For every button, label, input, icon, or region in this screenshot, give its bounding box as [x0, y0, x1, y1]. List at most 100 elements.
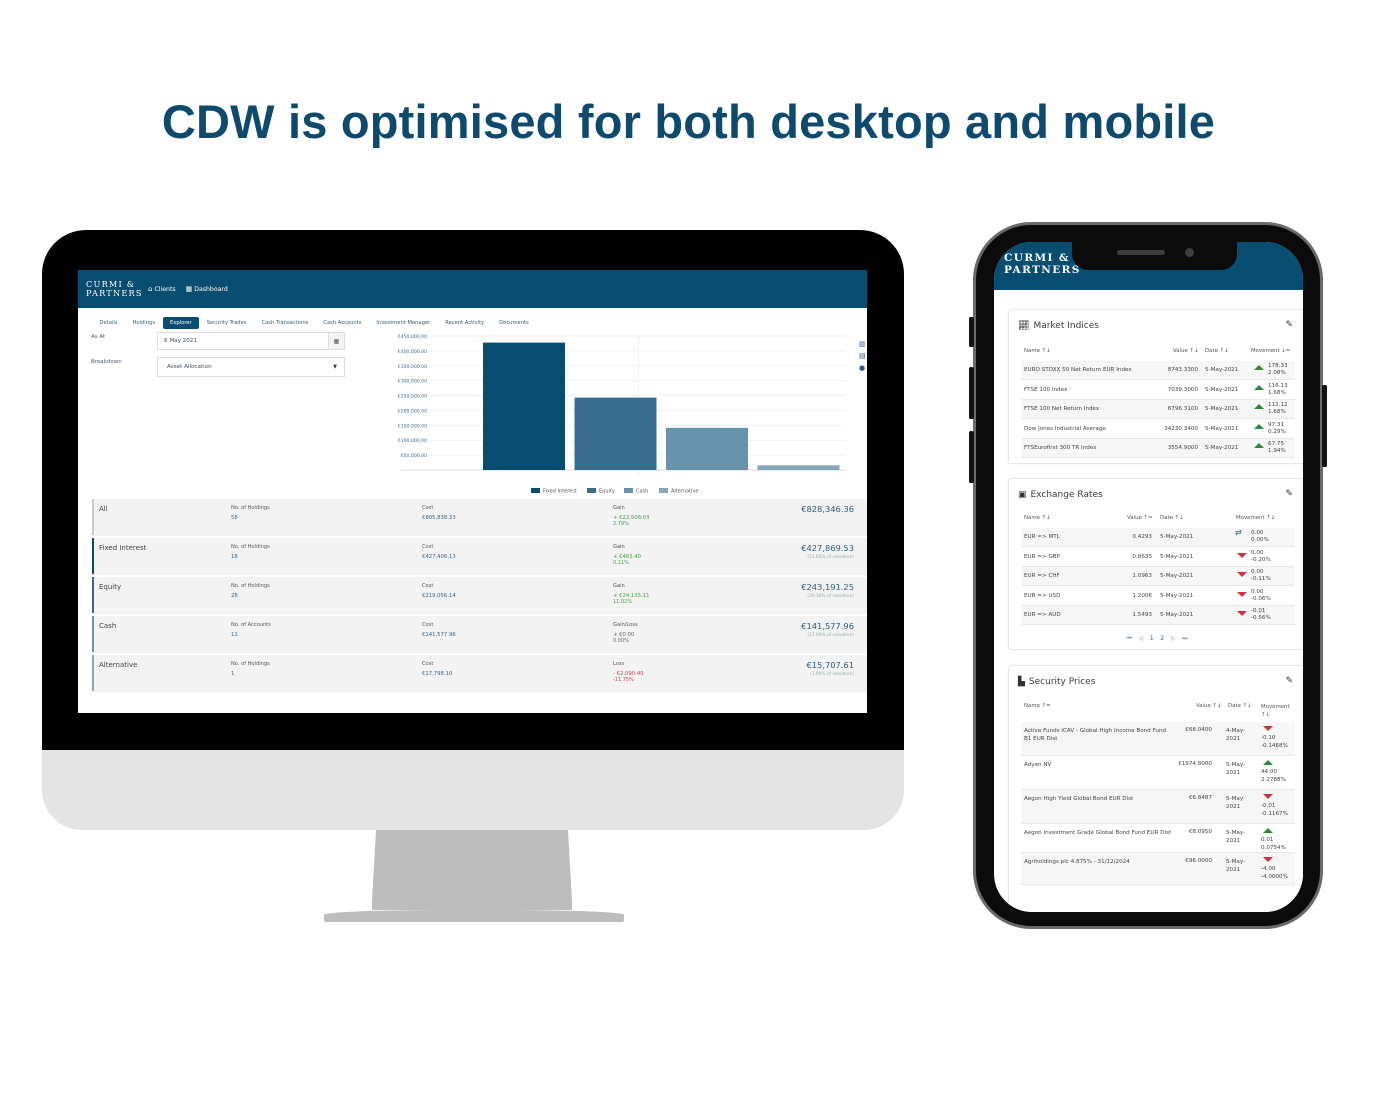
index-date: 5-May-2021	[1205, 367, 1239, 373]
col-header-value[interactable]: Value ↑↓	[1196, 703, 1222, 709]
movement-percent: 0.0754%	[1261, 845, 1286, 851]
down-arrow-icon	[1237, 572, 1247, 577]
nav-clients[interactable]: ⌂ Clients	[148, 285, 176, 293]
as-at-date-input[interactable]: 6 May 2021 ▦	[157, 332, 345, 350]
col-header-name[interactable]: Name ↑↓	[1024, 348, 1051, 354]
holdings-count: 18	[231, 553, 238, 560]
brand-logo[interactable]: CURMI & PARTNERS	[86, 280, 148, 298]
bar-chart-icon[interactable]: ▥	[859, 338, 866, 350]
edit-pencil-icon[interactable]: ✎	[1285, 320, 1293, 330]
security-name: Aegon High Yield Global Bond EUR Dist	[1024, 796, 1134, 802]
tab-cash-transactions[interactable]: Cash Transactions	[254, 317, 316, 329]
col-header-date[interactable]: Date ↑↓	[1160, 515, 1184, 521]
client-tabs: Details Holdings Explorer Security Trade…	[92, 317, 536, 329]
col-header-movement[interactable]: Movement ↓=	[1251, 348, 1290, 354]
table-row[interactable]: FTSE 100 Net Return Index 6796.3100 5-May-…	[1021, 400, 1295, 419]
y-tick-label: €250,000.00	[398, 394, 427, 400]
table-row[interactable]: Adyen NV €1974.8000 5-May-2021 44.00 2.2788%	[1021, 756, 1295, 790]
loss-percent: -11.75%	[613, 677, 634, 683]
next-page-button[interactable]: ▷	[1171, 636, 1175, 642]
col-header-movement[interactable]: Movement ↑↓	[1236, 515, 1275, 521]
tab-recent-activity[interactable]: Recent Activity	[438, 317, 492, 329]
tab-security-trades[interactable]: Security Trades	[199, 317, 254, 329]
category-row-cash[interactable]: Cash No. of Accounts 11 Cost €141,577.96 G…	[92, 616, 867, 652]
y-tick-label: €150,000.00	[398, 423, 427, 429]
table-row[interactable]: FTSE 100 Index 7039.3000 5-May-2021 116.13 1…	[1021, 380, 1295, 400]
tab-documents[interactable]: Documents	[492, 317, 537, 329]
rate-value: 1.5493	[1132, 612, 1152, 618]
edit-pencil-icon[interactable]: ✎	[1285, 489, 1293, 499]
col-header-date[interactable]: Date ↑↓	[1205, 348, 1229, 354]
holdings-count: 1	[231, 670, 235, 677]
table-row[interactable]: EUR => USD 1.2006 5-May-2021 0.00 -0.06%	[1021, 586, 1295, 606]
currency-pair: EUR => AUD	[1024, 612, 1061, 618]
last-page-button[interactable]: ⏭	[1182, 636, 1187, 642]
table-icon[interactable]: ▤	[859, 350, 866, 362]
table-row[interactable]: Agriholdings plc 4.875% - 31/12/2024 €96.…	[1021, 853, 1295, 885]
tab-cash-accounts[interactable]: Cash Accounts	[316, 317, 369, 329]
down-arrow-icon	[1263, 726, 1273, 731]
breakdown-label: Breakdown	[91, 359, 122, 365]
movement-value: 97.31	[1268, 421, 1285, 428]
down-arrow-icon	[1237, 591, 1247, 597]
category-row-alternative[interactable]: Alternative No. of Holdings 1 Cost €17,798…	[92, 655, 867, 691]
table-row[interactable]: EUR => CHF 1.0963 5-May-2021 0.00 -0.11%	[1021, 567, 1295, 586]
calendar-icon[interactable]: ▦	[328, 333, 344, 349]
index-name: FTSE 100 Index	[1024, 386, 1068, 393]
line-chart-icon: 📈︎	[1018, 321, 1030, 331]
up-arrow-icon	[1254, 404, 1264, 409]
page-1-button[interactable]: 1	[1150, 636, 1154, 642]
movement-cell: -4.00 -4.0000%	[1261, 857, 1288, 881]
edit-pencil-icon[interactable]: ✎	[1285, 676, 1293, 686]
table-row[interactable]: FTSEurofirst 300 TR Index 3554.9000 5-May-…	[1021, 439, 1295, 458]
col-header-movement[interactable]: Movement ↑↓	[1261, 703, 1295, 719]
tab-investment-manager[interactable]: Investment Manager	[369, 317, 438, 329]
table-row[interactable]: Aegon Investment Grade Global Bond Fund …	[1021, 824, 1295, 853]
col-header-value[interactable]: Value ↑↓	[1173, 348, 1199, 354]
table-row[interactable]: Aegon High Yield Global Bond EUR Dist €6.…	[1021, 790, 1295, 824]
category-row-fixed-interest[interactable]: Fixed Interest No. of Holdings 18 Cost €42…	[92, 538, 867, 574]
chevron-down-icon: ▼	[333, 364, 337, 370]
valuation-percent: (51.65% of valuation)	[807, 555, 854, 560]
page-2-button[interactable]: 2	[1160, 636, 1164, 642]
mobile-phone: CURMI & PARTNERS 📈︎ Market Indices ✎ Nam…	[969, 222, 1327, 929]
cost-value: €219,056.14	[422, 592, 456, 599]
table-row[interactable]: Dow Jones Industrial Average 34230.3400 5-…	[1021, 419, 1295, 439]
cost-value: €427,406.13	[422, 553, 456, 560]
gain-percent: 0.11%	[613, 560, 629, 566]
index-name: FTSEurofirst 300 TR Index	[1024, 445, 1097, 451]
bar-alternative	[757, 465, 840, 470]
category-row-equity[interactable]: Equity No. of Holdings 28 Cost €219,056.14…	[92, 577, 867, 613]
movement-cell: 97.31 0.29%	[1254, 421, 1286, 436]
movement-cell: 44.00 2.2788%	[1261, 760, 1286, 784]
col-header-name[interactable]: Name ↑=	[1024, 703, 1051, 709]
movement-percent: 1.68%	[1268, 389, 1286, 396]
col-header-date[interactable]: Date ↑↓	[1228, 703, 1252, 709]
phone-volume-up-button	[969, 367, 974, 419]
category-row-all[interactable]: All No. of Holdings 58 Cost €805,838.33 Ga…	[92, 499, 867, 535]
col-header-value[interactable]: Value ↑=	[1127, 515, 1153, 521]
table-row[interactable]: EURO STOXX 50 Net Return EUR Index 8743.3…	[1021, 361, 1295, 380]
brand-logo[interactable]: CURMI & PARTNERS	[1004, 252, 1081, 276]
breakdown-select[interactable]: Asset Allocation ▼	[157, 357, 345, 377]
tab-explorer[interactable]: Explorer	[162, 317, 200, 329]
table-row[interactable]: Active Funds ICAV - Global High Income B…	[1021, 722, 1295, 756]
prev-page-button[interactable]: ◁	[1139, 636, 1143, 642]
security-value: €1974.8000	[1178, 761, 1212, 767]
security-name: Active Funds ICAV - Global High Income B…	[1024, 728, 1167, 742]
table-row[interactable]: EUR => MTL 0.4293 5-May-2021 ⇄ 0.00 0.00%	[1021, 528, 1295, 547]
category-name: Alternative	[99, 661, 138, 669]
table-row[interactable]: EUR => AUD 1.5493 5-May-2021 -0.01 -0.56%	[1021, 606, 1295, 625]
index-value: 7039.3000	[1167, 386, 1198, 393]
bar-fixed-interest	[483, 342, 565, 470]
nav-dashboard[interactable]: ▦ Dashboard	[186, 285, 228, 293]
col-header-name[interactable]: Name ↑↓	[1024, 515, 1051, 521]
pie-chart-icon[interactable]: ●	[859, 362, 866, 374]
first-page-button[interactable]: ⏮	[1127, 636, 1132, 642]
tab-details[interactable]: Details	[92, 317, 125, 329]
down-arrow-icon	[1263, 857, 1273, 862]
y-tick-label: €400,000.00	[398, 349, 427, 355]
table-row[interactable]: EUR => GBP 0.8633 5-May-2021 0.00 -0.20%	[1021, 547, 1295, 567]
movement-value: 0.00	[1251, 530, 1264, 536]
tab-holdings[interactable]: Holdings	[125, 317, 163, 329]
